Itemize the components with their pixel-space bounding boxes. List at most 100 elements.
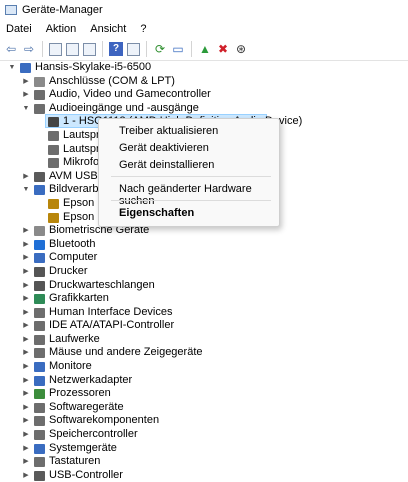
- collapsed-chevron-icon[interactable]: ▶: [22, 455, 30, 469]
- collapsed-chevron-icon[interactable]: ▶: [22, 319, 30, 333]
- collapsed-chevron-icon[interactable]: ▶: [22, 292, 30, 306]
- tree-category[interactable]: ▶ Grafikkarten: [0, 292, 408, 306]
- tree-category[interactable]: ▶ Speichercontroller: [0, 428, 408, 442]
- computer-icon: [34, 253, 45, 264]
- speaker-icon: [34, 90, 45, 101]
- update-driver-icon[interactable]: ⊛: [234, 42, 248, 56]
- tree-node-label: Tastaturen: [49, 455, 101, 468]
- ide-controller-icon: [34, 321, 45, 332]
- menu-separator: [111, 200, 271, 201]
- context-menu-item[interactable]: Gerät deaktivieren: [119, 142, 209, 154]
- collapsed-chevron-icon[interactable]: ▶: [22, 346, 30, 360]
- context-menu-item[interactable]: Eigenschaften: [119, 207, 194, 219]
- mouse-icon: [34, 348, 45, 359]
- collapsed-chevron-icon[interactable]: ▶: [22, 75, 30, 89]
- collapsed-chevron-icon[interactable]: ▶: [22, 428, 30, 442]
- collapsed-chevron-icon[interactable]: ▶: [22, 414, 30, 428]
- tree-category[interactable]: ▶ Netzwerkadapter: [0, 374, 408, 388]
- tree-category[interactable]: ▶ Softwaregeräte: [0, 401, 408, 415]
- network-adapter-icon: [34, 375, 45, 386]
- tree-root[interactable]: ▼ Hansis-Skylake-i5-6500: [0, 61, 408, 75]
- collapsed-chevron-icon[interactable]: ▶: [22, 251, 30, 265]
- tree-node-label: Bluetooth: [49, 237, 96, 250]
- window-title: Geräte-Manager: [22, 4, 103, 16]
- monitor-icon[interactable]: ▭: [171, 42, 185, 56]
- tree-node-label: Audio, Video und Gamecontroller: [49, 88, 211, 101]
- tree-category[interactable]: ▶ Computer: [0, 251, 408, 265]
- title-bar: Geräte-Manager: [0, 0, 408, 20]
- expanded-chevron-icon[interactable]: ▼: [22, 102, 30, 116]
- tree-category[interactable]: ▶ Mäuse und andere Zeigegeräte: [0, 346, 408, 360]
- context-menu-item[interactable]: Gerät deinstallieren: [119, 159, 214, 171]
- tree-category[interactable]: ▶ Human Interface Devices: [0, 306, 408, 320]
- tree-category[interactable]: ▶ Audio, Video und Gamecontroller: [0, 88, 408, 102]
- collapsed-chevron-icon[interactable]: ▶: [22, 306, 30, 320]
- tree-category[interactable]: ▶ Prozessoren: [0, 387, 408, 401]
- menu-view[interactable]: Ansicht: [90, 23, 126, 35]
- tree-category[interactable]: ▼ Audioeingänge und -ausgänge: [0, 102, 408, 116]
- menu-action[interactable]: Aktion: [46, 23, 77, 35]
- tree-category[interactable]: ▶ Bluetooth: [0, 238, 408, 252]
- tree-node-label: Human Interface Devices: [49, 305, 173, 318]
- collapsed-chevron-icon[interactable]: ▶: [22, 224, 30, 238]
- camera-icon: [34, 185, 45, 196]
- context-menu-item[interactable]: Treiber aktualisieren: [119, 125, 218, 137]
- collapsed-chevron-icon[interactable]: ▶: [22, 279, 30, 293]
- tree-category[interactable]: ▶ Anschlüsse (COM & LPT): [0, 75, 408, 89]
- collapsed-chevron-icon[interactable]: ▶: [22, 374, 30, 388]
- tree-category[interactable]: ▶ Druckwarteschlangen: [0, 279, 408, 293]
- menu-bar: Datei Aktion Ansicht ?: [0, 20, 408, 38]
- details-view-icon[interactable]: [83, 42, 96, 56]
- toolbar-separator: [102, 41, 103, 57]
- device-manager-app-icon: [5, 5, 17, 15]
- back-icon[interactable]: ⇦: [4, 42, 18, 56]
- toolbar-separator: [42, 41, 43, 57]
- monitor-icon: [48, 117, 59, 128]
- tree-node-label: Hansis-Skylake-i5-6500: [35, 61, 152, 73]
- uninstall-icon[interactable]: ✖: [216, 42, 230, 56]
- printer-icon: [34, 266, 45, 277]
- properties-icon[interactable]: [49, 42, 62, 56]
- collapsed-chevron-icon[interactable]: ▶: [22, 469, 30, 482]
- bluetooth-icon: [34, 239, 45, 250]
- tree-category[interactable]: ▶ Monitore: [0, 360, 408, 374]
- collapsed-chevron-icon[interactable]: ▶: [22, 387, 30, 401]
- tree-category[interactable]: ▶ Laufwerke: [0, 333, 408, 347]
- software-component-icon: [34, 416, 45, 427]
- hid-icon: [34, 307, 45, 318]
- forward-icon[interactable]: ⇨: [22, 42, 36, 56]
- tree-category[interactable]: ▶ IDE ATA/ATAPI-Controller: [0, 319, 408, 333]
- tree-node-label: Drucker: [49, 264, 88, 277]
- tree-category[interactable]: ▶ Drucker: [0, 265, 408, 279]
- list-view-icon[interactable]: [66, 42, 79, 56]
- collapsed-chevron-icon[interactable]: ▶: [22, 238, 30, 252]
- expanded-chevron-icon[interactable]: ▼: [22, 183, 30, 197]
- collapsed-chevron-icon[interactable]: ▶: [22, 170, 30, 184]
- collapsed-chevron-icon[interactable]: ▶: [22, 360, 30, 374]
- tree-node-label: Grafikkarten: [49, 292, 109, 305]
- collapsed-chevron-icon[interactable]: ▶: [22, 333, 30, 347]
- tree-category[interactable]: ▶ Softwarekomponenten: [0, 414, 408, 428]
- collapsed-chevron-icon[interactable]: ▶: [22, 442, 30, 456]
- collapsed-chevron-icon[interactable]: ▶: [22, 401, 30, 415]
- menu-help[interactable]: ?: [140, 23, 146, 35]
- context-menu: Treiber aktualisieren Gerät deaktivieren G…: [98, 118, 280, 227]
- scanner-warning-icon: [48, 212, 59, 223]
- context-menu-item[interactable]: Nach geänderter Hardware suchen: [119, 183, 279, 207]
- collapsed-chevron-icon[interactable]: ▶: [22, 265, 30, 279]
- add-driver-icon[interactable]: ▲: [198, 42, 212, 56]
- microphone-icon: [48, 158, 59, 169]
- collapsed-chevron-icon[interactable]: ▶: [22, 88, 30, 102]
- scan-hardware-icon[interactable]: ⟳: [153, 42, 167, 56]
- toolbar-separator: [146, 41, 147, 57]
- tree-category[interactable]: ▶ USB-Controller: [0, 469, 408, 482]
- speaker-icon: [48, 130, 59, 141]
- tree-category[interactable]: ▶ Tastaturen: [0, 455, 408, 469]
- tree-node-label: Anschlüsse (COM & LPT): [49, 74, 175, 87]
- menu-file[interactable]: Datei: [6, 23, 32, 35]
- device-view-icon[interactable]: [127, 42, 140, 56]
- tree-category[interactable]: ▶ Systemgeräte: [0, 442, 408, 456]
- expanded-chevron-icon[interactable]: ▼: [8, 61, 16, 75]
- help-icon[interactable]: ?: [109, 42, 123, 56]
- usb-icon: [34, 171, 45, 182]
